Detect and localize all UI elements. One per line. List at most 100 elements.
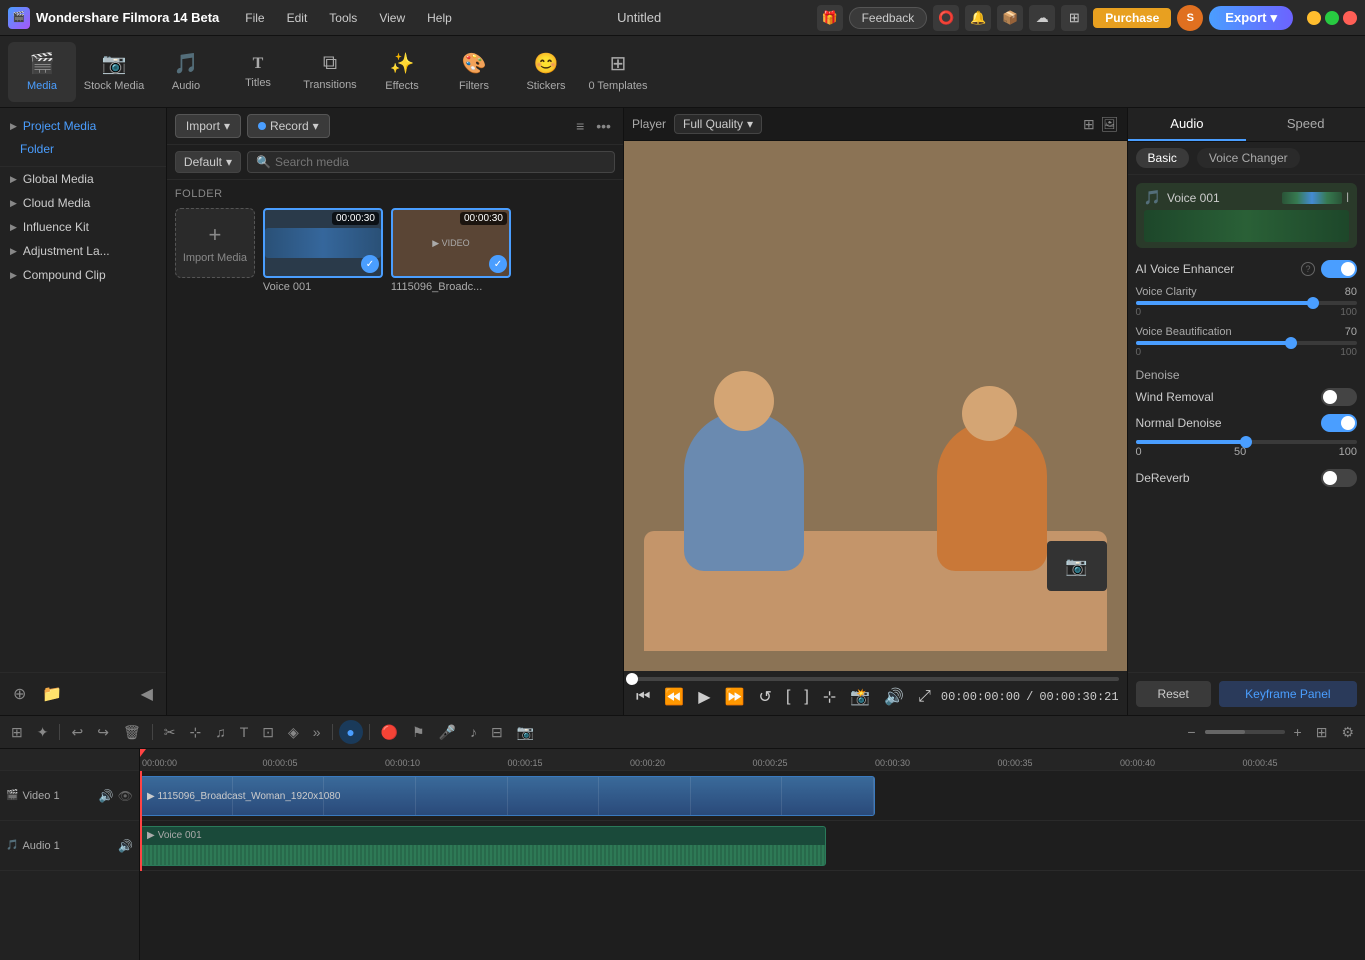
gift-icon-btn[interactable]: 🎁 [817, 5, 843, 31]
record-button[interactable]: Record ▾ [247, 114, 330, 138]
tl-grid-btn[interactable]: ⊞ [1311, 721, 1333, 744]
video-track-eye-btn[interactable]: 👁 [118, 789, 133, 803]
menu-view[interactable]: View [369, 7, 415, 29]
left-panel-collapse-btn[interactable]: ◀ [136, 681, 158, 707]
tl-pip-btn[interactable]: ⊟ [486, 721, 508, 744]
left-panel-folder-btn[interactable]: 📁 [37, 681, 67, 707]
tl-audio2-btn[interactable]: ♪ [465, 721, 482, 743]
insert-btn[interactable]: ⊹ [819, 685, 840, 709]
toolbar-item-stock-media[interactable]: 📷 Stock Media [80, 42, 148, 102]
progress-bar[interactable] [632, 677, 1119, 681]
step-fwd-btn[interactable]: ⏩ [721, 685, 749, 709]
tl-color-btn[interactable]: ◈ [283, 721, 304, 744]
tab-speed[interactable]: Speed [1246, 108, 1365, 141]
reset-button[interactable]: Reset [1136, 681, 1211, 707]
wind-removal-toggle[interactable] [1321, 388, 1357, 406]
menu-file[interactable]: File [235, 7, 274, 29]
normal-denoise-track[interactable] [1136, 440, 1357, 444]
global-media-header[interactable]: ▶ Global Media [0, 167, 166, 191]
quality-select[interactable]: Full Quality ▾ [674, 114, 762, 134]
tl-ripple-btn[interactable]: ⊹ [184, 721, 206, 744]
split-view-icon-btn[interactable]: ⊞ [1083, 116, 1095, 133]
fullscreen-btn[interactable]: ⤢ [914, 686, 935, 708]
menu-edit[interactable]: Edit [277, 7, 318, 29]
compound-clip-header[interactable]: ▶ Compound Clip [0, 263, 166, 287]
tab-audio[interactable]: Audio [1128, 108, 1247, 141]
audio-clip-voice[interactable]: ▶ Voice 001 [140, 826, 826, 866]
snapshot-btn[interactable]: 📸 [846, 685, 874, 709]
tl-zoom-out-btn[interactable]: − [1182, 721, 1200, 743]
toolbar-item-transitions[interactable]: ⧉ Transitions [296, 42, 364, 102]
tl-split-audio-btn[interactable]: ♫ [210, 721, 231, 743]
tl-text-btn[interactable]: T [235, 721, 254, 743]
audio-track-speaker-btn[interactable]: 🔊 [118, 839, 133, 853]
left-panel-add-btn[interactable]: ⊕ [8, 681, 31, 707]
import-button[interactable]: Import ▾ [175, 114, 241, 138]
minimize-icon-btn[interactable]: 🔔 [965, 5, 991, 31]
video-track-speaker-btn[interactable]: 🔊 [99, 789, 114, 803]
import-media-btn[interactable]: + Import Media [175, 208, 255, 278]
mark-out-btn[interactable]: ] [800, 686, 812, 708]
more-icon-btn[interactable]: ••• [592, 116, 615, 136]
default-select[interactable]: Default ▾ [175, 151, 241, 173]
toolbar-item-stickers[interactable]: 😊 Stickers [512, 42, 580, 102]
media-item-broadcast[interactable]: ▶ VIDEO 00:00:30 ✓ 1115096_Broadc... [391, 208, 511, 293]
influence-kit-header[interactable]: ▶ Influence Kit [0, 215, 166, 239]
tl-color2-btn[interactable]: 🔴 [376, 721, 403, 744]
zoom-track[interactable] [1205, 730, 1285, 734]
rewind-btn[interactable]: ⏮ [632, 686, 654, 708]
media-item-voice[interactable]: 00:00:30 ✓ Voice 001 [263, 208, 383, 293]
menu-help[interactable]: Help [417, 7, 462, 29]
toolbar-item-titles[interactable]: T Titles [224, 42, 292, 102]
cloud-media-header[interactable]: ▶ Cloud Media [0, 191, 166, 215]
apps-icon-btn[interactable]: ⊞ [1061, 5, 1087, 31]
sub-tab-basic[interactable]: Basic [1136, 148, 1189, 168]
feedback-button[interactable]: Feedback [849, 7, 928, 29]
loop-btn[interactable]: ↺ [755, 685, 776, 709]
tl-more-btn[interactable]: » [308, 721, 326, 743]
profile-icon-btn[interactable]: ⭕ [933, 5, 959, 31]
search-input[interactable] [275, 155, 606, 169]
tl-zoom-in-btn[interactable]: + [1289, 721, 1307, 743]
win-maximize-btn[interactable] [1325, 11, 1339, 25]
toolbar-item-effects[interactable]: ✨ Effects [368, 42, 436, 102]
progress-handle[interactable] [626, 673, 638, 685]
toolbar-item-audio[interactable]: 🎵 Audio [152, 42, 220, 102]
win-close-btn[interactable] [1343, 11, 1357, 25]
avatar[interactable]: S [1177, 5, 1203, 31]
tl-delete-btn[interactable]: 🗑 [118, 721, 146, 744]
tl-flag-btn[interactable]: ⚑ [407, 721, 430, 744]
tl-cut-btn[interactable]: ✂ [159, 721, 181, 744]
ai-voice-enhancer-help-icon[interactable]: ? [1301, 262, 1315, 276]
filter-icon-btn[interactable]: ≡ [572, 116, 588, 136]
export-button[interactable]: Export ▾ [1209, 6, 1293, 30]
mark-in-btn[interactable]: [ [782, 686, 794, 708]
sub-tab-voice-changer[interactable]: Voice Changer [1197, 148, 1300, 168]
win-minimize-btn[interactable] [1307, 11, 1321, 25]
tl-undo-btn[interactable]: ↩ [66, 721, 88, 744]
purchase-button[interactable]: Purchase [1093, 8, 1171, 28]
ai-voice-enhancer-toggle[interactable] [1321, 260, 1357, 278]
folder-item[interactable]: Folder [0, 138, 166, 160]
tl-layout-btn[interactable]: ⊞ [6, 721, 28, 744]
voice-clarity-track[interactable] [1136, 301, 1357, 305]
tl-magnet-btn[interactable]: ✦ [32, 721, 54, 744]
keyframe-panel-button[interactable]: Keyframe Panel [1219, 681, 1357, 707]
volume-btn[interactable]: 🔊 [880, 685, 908, 709]
cloud-icon-btn[interactable]: ☁ [1029, 5, 1055, 31]
toolbar-item-templates[interactable]: ⊞ 0 Templates [584, 42, 652, 102]
tl-settings-btn[interactable]: ⚙ [1336, 721, 1359, 744]
tl-crop-btn[interactable]: ⊡ [257, 721, 279, 744]
voice-beautification-handle[interactable] [1285, 337, 1297, 349]
normal-denoise-toggle[interactable] [1321, 414, 1357, 432]
tl-snapshot2-btn[interactable]: 📷 [512, 721, 539, 744]
dereverb-toggle[interactable] [1321, 469, 1357, 487]
video-clip-broadcast[interactable]: ▶ 1115096_Broadcast_Woman_1920x1080 [140, 776, 875, 816]
tl-redo-btn[interactable]: ↪ [92, 721, 114, 744]
step-back-btn[interactable]: ⏪ [660, 685, 688, 709]
normal-denoise-handle[interactable] [1240, 436, 1252, 448]
toolbar-item-filters[interactable]: 🎨 Filters [440, 42, 508, 102]
full-preview-icon-btn[interactable]: 🖼 [1101, 116, 1119, 133]
tl-record-btn[interactable]: ● [339, 720, 363, 744]
voice-beautification-track[interactable] [1136, 341, 1357, 345]
